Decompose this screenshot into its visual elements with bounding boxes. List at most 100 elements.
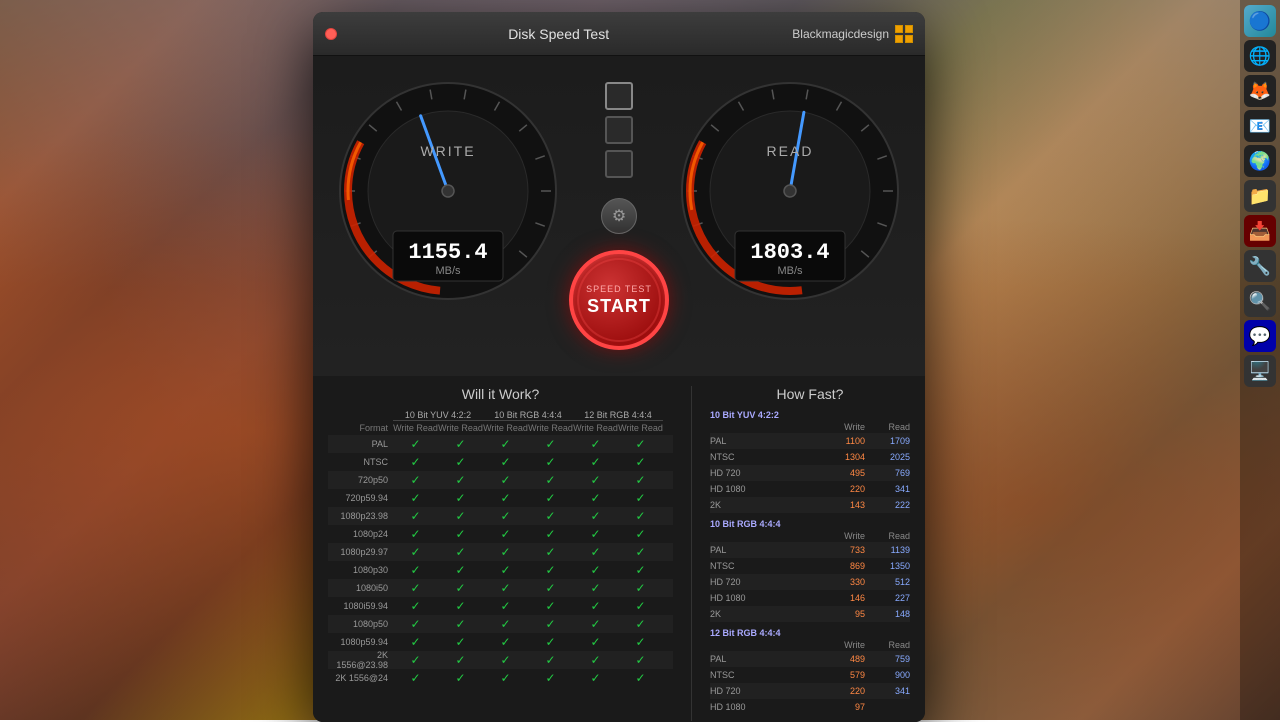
list-item: NTSC8691350 bbox=[710, 558, 910, 574]
speed-write-value: 97 bbox=[820, 702, 865, 712]
check-mark: ✓ bbox=[618, 671, 663, 685]
list-item: HD 720495769 bbox=[710, 465, 910, 481]
logo-sq-1 bbox=[895, 25, 903, 33]
svg-text:MB/s: MB/s bbox=[435, 265, 461, 277]
check-mark: ✓ bbox=[483, 617, 528, 631]
speed-row-label: PAL bbox=[710, 545, 820, 555]
list-item: HD 108097 bbox=[710, 699, 910, 715]
check-mark: ✓ bbox=[438, 545, 483, 559]
start-button-sublabel: SPEED TEST bbox=[586, 284, 652, 294]
row-format-label: 1080i50 bbox=[328, 583, 393, 593]
speed-write-value: 220 bbox=[820, 484, 865, 494]
check-mark: ✓ bbox=[393, 491, 438, 505]
check-mark: ✓ bbox=[483, 563, 528, 577]
speed-row-label: PAL bbox=[710, 436, 820, 446]
center-panel: ⚙ SPEED TEST START bbox=[569, 82, 669, 350]
check-mark: ✓ bbox=[618, 599, 663, 613]
selector-box-2[interactable] bbox=[605, 116, 633, 144]
speed-write-value: 489 bbox=[820, 654, 865, 664]
list-item: HD 1080146227 bbox=[710, 590, 910, 606]
check-mark: ✓ bbox=[438, 509, 483, 523]
selector-box-3[interactable] bbox=[605, 150, 633, 178]
how-fast-title: How Fast? bbox=[710, 386, 910, 402]
speed-row-label: HD 1080 bbox=[710, 593, 820, 603]
title-bar: Disk Speed Test Blackmagicdesign bbox=[313, 12, 925, 56]
row-format-label: 1080p59.94 bbox=[328, 637, 393, 647]
speed-codec-group: 12 Bit RGB 4:4:4WriteReadPAL489759NTSC57… bbox=[710, 628, 910, 715]
check-mark: ✓ bbox=[483, 437, 528, 451]
dock-icon-2[interactable]: 🌐 bbox=[1244, 40, 1276, 72]
row-format-label: 1080i59.94 bbox=[328, 601, 393, 611]
table-row: 1080p50✓✓✓✓✓✓ bbox=[328, 615, 673, 633]
dock-icon-6[interactable]: 📁 bbox=[1244, 180, 1276, 212]
speed-write-value: 1100 bbox=[820, 436, 865, 446]
list-item: NTSC13042025 bbox=[710, 449, 910, 465]
check-mark: ✓ bbox=[573, 509, 618, 523]
check-mark: ✓ bbox=[528, 671, 573, 685]
selector-box-1[interactable] bbox=[605, 82, 633, 110]
speed-write-value: 869 bbox=[820, 561, 865, 571]
wr-header-5: Write Read bbox=[573, 423, 618, 433]
row-format-label: PAL bbox=[328, 439, 393, 449]
format-col-header: Format bbox=[328, 423, 393, 433]
speed-read-value: 227 bbox=[865, 593, 910, 603]
check-mark: ✓ bbox=[438, 599, 483, 613]
speed-read-value: 900 bbox=[865, 670, 910, 680]
check-mark: ✓ bbox=[573, 437, 618, 451]
speed-write-value: 220 bbox=[820, 686, 865, 696]
list-item: 2K95148 bbox=[710, 606, 910, 622]
check-mark: ✓ bbox=[483, 527, 528, 541]
dock-icon-7[interactable]: 📥 bbox=[1244, 215, 1276, 247]
will-work-rows: PAL✓✓✓✓✓✓NTSC✓✓✓✓✓✓720p50✓✓✓✓✓✓720p59.94… bbox=[328, 435, 673, 687]
check-mark: ✓ bbox=[483, 653, 528, 667]
check-mark: ✓ bbox=[618, 581, 663, 595]
dock-icon-9[interactable]: 🔍 bbox=[1244, 285, 1276, 317]
will-it-work-section: Will it Work? 10 Bit YUV 4:2:2 10 Bit RG… bbox=[328, 386, 673, 721]
row-format-label: 1080p23.98 bbox=[328, 511, 393, 521]
dock-icon-11[interactable]: 🖥️ bbox=[1244, 355, 1276, 387]
brand-logo: Blackmagicdesign bbox=[792, 25, 913, 43]
list-item: PAL11001709 bbox=[710, 433, 910, 449]
speed-row-label: HD 720 bbox=[710, 468, 820, 478]
check-mark: ✓ bbox=[438, 563, 483, 577]
list-item: NTSC579900 bbox=[710, 667, 910, 683]
dock-icon-4[interactable]: 📧 bbox=[1244, 110, 1276, 142]
check-mark: ✓ bbox=[618, 491, 663, 505]
check-mark: ✓ bbox=[528, 581, 573, 595]
start-button-label: START bbox=[587, 296, 651, 317]
list-item: PAL7331139 bbox=[710, 542, 910, 558]
check-mark: ✓ bbox=[573, 581, 618, 595]
speed-codec-group: 10 Bit RGB 4:4:4WriteReadPAL7331139NTSC8… bbox=[710, 519, 910, 622]
brand-name: Blackmagicdesign bbox=[792, 27, 889, 41]
check-mark: ✓ bbox=[528, 491, 573, 505]
check-mark: ✓ bbox=[573, 653, 618, 667]
settings-button[interactable]: ⚙ bbox=[601, 198, 637, 234]
svg-text:MB/s: MB/s bbox=[777, 265, 803, 277]
dock-icon-10[interactable]: 💬 bbox=[1244, 320, 1276, 352]
list-item: HD 720220341 bbox=[710, 683, 910, 699]
table-row: 720p50✓✓✓✓✓✓ bbox=[328, 471, 673, 489]
dock-icon-finder[interactable]: 🔵 bbox=[1244, 5, 1276, 37]
dock-right: 🔵 🌐 🦊 📧 🌍 📁 📥 🔧 🔍 💬 🖥️ bbox=[1240, 0, 1280, 720]
check-mark: ✓ bbox=[393, 473, 438, 487]
check-mark: ✓ bbox=[393, 671, 438, 685]
speed-codec-title: 10 Bit RGB 4:4:4 bbox=[710, 519, 910, 529]
row-format-label: 720p59.94 bbox=[328, 493, 393, 503]
speed-codec-title: 12 Bit RGB 4:4:4 bbox=[710, 628, 910, 638]
logo-sq-2 bbox=[905, 25, 913, 33]
list-item: HD 720330512 bbox=[710, 574, 910, 590]
check-mark: ✓ bbox=[438, 581, 483, 595]
check-mark: ✓ bbox=[618, 455, 663, 469]
data-sections: Will it Work? 10 Bit YUV 4:2:2 10 Bit RG… bbox=[328, 386, 910, 721]
check-mark: ✓ bbox=[483, 473, 528, 487]
row-format-label: 1080p30 bbox=[328, 565, 393, 575]
dock-icon-3[interactable]: 🦊 bbox=[1244, 75, 1276, 107]
start-button[interactable]: SPEED TEST START bbox=[569, 250, 669, 350]
dock-icon-5[interactable]: 🌍 bbox=[1244, 145, 1276, 177]
speed-col-headers: WriteRead bbox=[710, 640, 910, 650]
dock-icon-8[interactable]: 🔧 bbox=[1244, 250, 1276, 282]
table-row: 2K 1556@23.98✓✓✓✓✓✓ bbox=[328, 651, 673, 669]
check-mark: ✓ bbox=[393, 635, 438, 649]
check-mark: ✓ bbox=[618, 509, 663, 523]
check-mark: ✓ bbox=[573, 491, 618, 505]
